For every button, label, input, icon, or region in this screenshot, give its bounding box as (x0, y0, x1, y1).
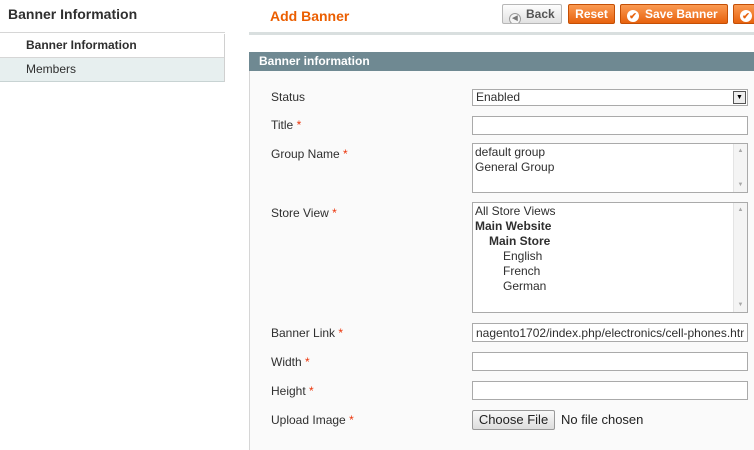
section-header: Banner information (249, 52, 754, 71)
save-button-label: Save Banner (645, 7, 718, 21)
height-label-text: Height (271, 384, 306, 398)
banner-link-label: Banner Link * (271, 326, 343, 340)
tab-members[interactable]: Members (0, 58, 224, 82)
store-group-website: Main Website (475, 219, 552, 233)
sidebar-tabs: Banner Information Members (0, 34, 225, 82)
page-title: Add Banner (270, 8, 350, 24)
title-label: Title * (271, 118, 301, 132)
title-input[interactable] (472, 116, 748, 135)
required-marker: * (338, 326, 344, 340)
store-option-english[interactable]: English (473, 249, 747, 264)
group-name-multiselect[interactable]: default group General Group ▲ ▼ (472, 143, 748, 193)
scroll-down-icon[interactable]: ▼ (734, 299, 747, 311)
required-marker: * (349, 413, 354, 427)
upload-image-label-text: Upload Image (271, 413, 346, 427)
file-status-text: No file chosen (561, 412, 644, 427)
scroll-up-icon[interactable]: ▲ (734, 204, 747, 216)
store-group-store: Main Store (489, 234, 551, 248)
choose-file-button[interactable]: Choose File (472, 410, 555, 430)
dropdown-arrow-icon: ▼ (733, 91, 746, 104)
status-label: Status (271, 90, 305, 104)
sidebar-title: Banner Information (8, 6, 138, 22)
store-view-scrollbar[interactable]: ▲ ▼ (733, 203, 747, 312)
group-option[interactable]: General Group (473, 160, 747, 175)
status-selected-value: Enabled (476, 90, 521, 104)
height-label: Height * (271, 384, 314, 398)
store-option-french[interactable]: French (473, 264, 747, 279)
check-circle-icon: ✔ (627, 10, 639, 22)
group-name-scrollbar[interactable]: ▲ ▼ (733, 144, 747, 192)
scroll-up-icon[interactable]: ▲ (734, 145, 747, 157)
back-button-label: Back (526, 7, 555, 21)
save-banner-button[interactable]: ✔ Save Banner (620, 4, 728, 24)
reset-button-label: Reset (575, 7, 608, 21)
required-marker: * (332, 206, 337, 220)
banner-link-input[interactable] (472, 323, 748, 342)
store-option-german[interactable]: German (473, 279, 747, 294)
header-divider (249, 32, 754, 35)
store-view-label-text: Store View (271, 206, 329, 220)
title-label-text: Title (271, 118, 294, 132)
width-label: Width * (271, 355, 310, 369)
banner-link-label-text: Banner Link (271, 326, 336, 340)
scroll-down-icon[interactable]: ▼ (734, 179, 747, 191)
status-select[interactable]: Enabled ▼ (472, 89, 748, 106)
store-view-multiselect[interactable]: All Store Views Main Website Main Store … (472, 202, 748, 313)
width-input[interactable] (472, 352, 748, 371)
tab-banner-information[interactable]: Banner Information (0, 34, 224, 58)
required-marker: * (305, 355, 310, 369)
required-marker: * (296, 118, 302, 132)
check-circle-icon: ✔ (740, 10, 752, 22)
store-option-all[interactable]: All Store Views (473, 204, 747, 219)
back-button[interactable]: ◀ Back (502, 4, 562, 24)
save-and-continue-button[interactable]: ✔ (733, 4, 754, 24)
height-input[interactable] (472, 381, 748, 400)
back-arrow-icon: ◀ (509, 13, 521, 23)
sidebar-divider (0, 32, 225, 33)
store-view-label: Store View * (271, 206, 337, 220)
required-marker: * (343, 147, 348, 161)
width-label-text: Width (271, 355, 302, 369)
status-label-text: Status (271, 90, 306, 104)
reset-button[interactable]: Reset (568, 4, 615, 24)
upload-image-label: Upload Image * (271, 413, 354, 427)
group-name-label-text: Group Name (271, 147, 340, 161)
group-option[interactable]: default group (473, 145, 747, 160)
required-marker: * (309, 384, 314, 398)
group-name-label: Group Name * (271, 147, 348, 161)
